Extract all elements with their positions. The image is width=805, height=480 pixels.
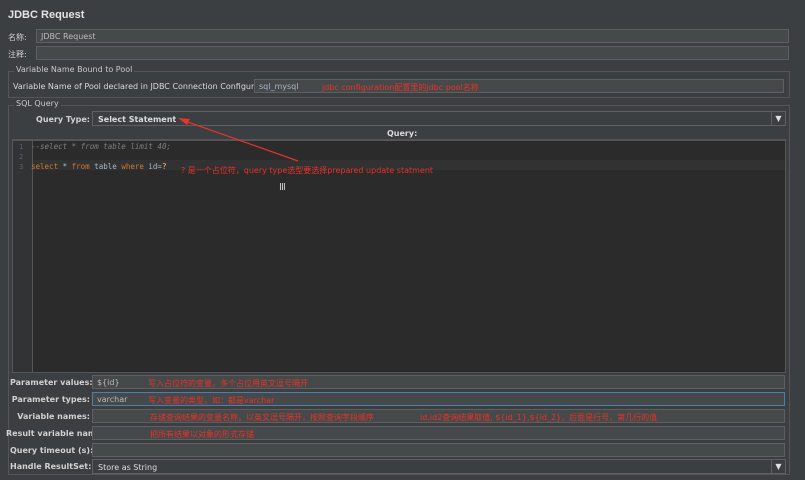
- variable-names-annotation: 存储查询结果的变量名称，以英文逗号隔开，按照查询字段顺序: [150, 413, 374, 422]
- dropdown-arrow-icon[interactable]: ▼: [771, 460, 785, 473]
- handle-resultset-select[interactable]: Store as String ▼: [92, 459, 786, 474]
- annotation-arrow-head: [178, 118, 190, 125]
- parameter-types-annotation: 写入变量的类型，如：都是varchar: [148, 396, 275, 405]
- result-variable-label: Result variable name:: [6, 429, 105, 438]
- parameter-values-annotation: 写入占位符的变量，多个占位用英文逗号隔开: [148, 379, 308, 388]
- handle-resultset-value: Store as String: [98, 463, 158, 472]
- annotation-arrow-line: [184, 120, 299, 162]
- parameter-values-label: Parameter values:: [10, 378, 93, 387]
- result-variable-annotation: 把所有结果以对象的形式存储: [150, 430, 254, 439]
- query-timeout-input[interactable]: [92, 443, 785, 457]
- variable-names-label: Variable names:: [17, 412, 90, 421]
- query-timeout-label: Query timeout (s):: [10, 446, 94, 455]
- variable-names-annotation-2: id,id2查询结果取值, ${id_1},${id_2}，后面是行号，第几行的…: [420, 413, 658, 422]
- annotation-arrow: [178, 118, 299, 162]
- handle-resultset-label: Handle ResultSet:: [10, 462, 92, 471]
- parameter-types-label: Parameter types:: [11, 395, 90, 404]
